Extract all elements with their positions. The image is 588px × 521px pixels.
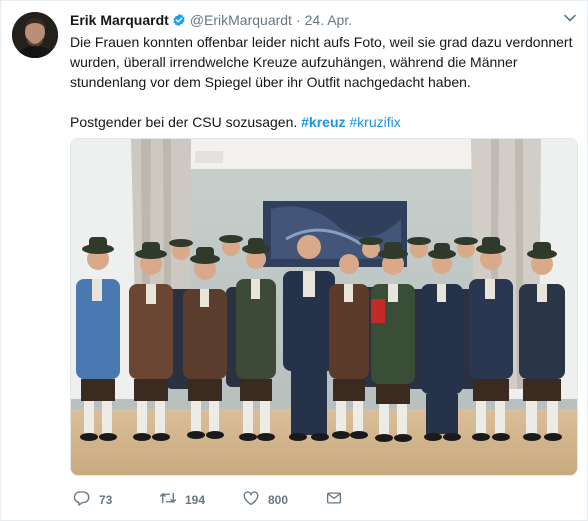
tweet-text-line: Die Frauen konnten offenbar leider nicht… <box>70 34 573 50</box>
chevron-down-icon[interactable] <box>563 11 577 25</box>
direct-message-button[interactable] <box>325 489 343 512</box>
reply-icon <box>73 489 91 512</box>
tweet-header: Erik Marquardt @ErikMarquardt · 24. Apr. <box>70 11 352 29</box>
tweet-text-line: wurden, überall irrendwelche Kreuze aufz… <box>70 54 518 70</box>
verified-badge-icon <box>172 13 186 27</box>
tweet-text-line: stundenlang vor dem Spiegel über ihr Out… <box>70 74 471 90</box>
tweet-text-line-with-hashtags: Postgender bei der CSU sozusagen. #kreuz… <box>70 112 580 132</box>
direct-message-icon <box>325 489 343 512</box>
retweet-button[interactable]: 194 <box>159 489 242 512</box>
header-separator: · <box>295 12 301 28</box>
reply-button[interactable]: 73 <box>73 489 159 512</box>
hashtag-link[interactable]: #kruzifix <box>349 114 400 130</box>
avatar[interactable] <box>12 12 58 58</box>
tweet-card[interactable]: Erik Marquardt @ErikMarquardt · 24. Apr.… <box>0 0 588 521</box>
retweet-count: 194 <box>185 493 206 507</box>
like-button[interactable]: 800 <box>242 489 325 512</box>
author-name[interactable]: Erik Marquardt <box>70 12 169 28</box>
hashtag-link[interactable]: #kreuz <box>301 114 345 130</box>
tweet-text: Die Frauen konnten offenbar leider nicht… <box>70 32 580 132</box>
tweet-actions: 73 194 800 <box>73 490 343 510</box>
author-handle[interactable]: @ErikMarquardt <box>190 12 292 28</box>
reply-count: 73 <box>99 493 113 507</box>
tweet-date[interactable]: 24. Apr. <box>305 12 352 28</box>
like-icon <box>242 489 260 512</box>
retweet-icon <box>159 489 177 512</box>
tweet-photo[interactable] <box>70 138 578 476</box>
tweet-text-line: Postgender bei der CSU sozusagen. <box>70 114 298 130</box>
like-count: 800 <box>268 493 289 507</box>
